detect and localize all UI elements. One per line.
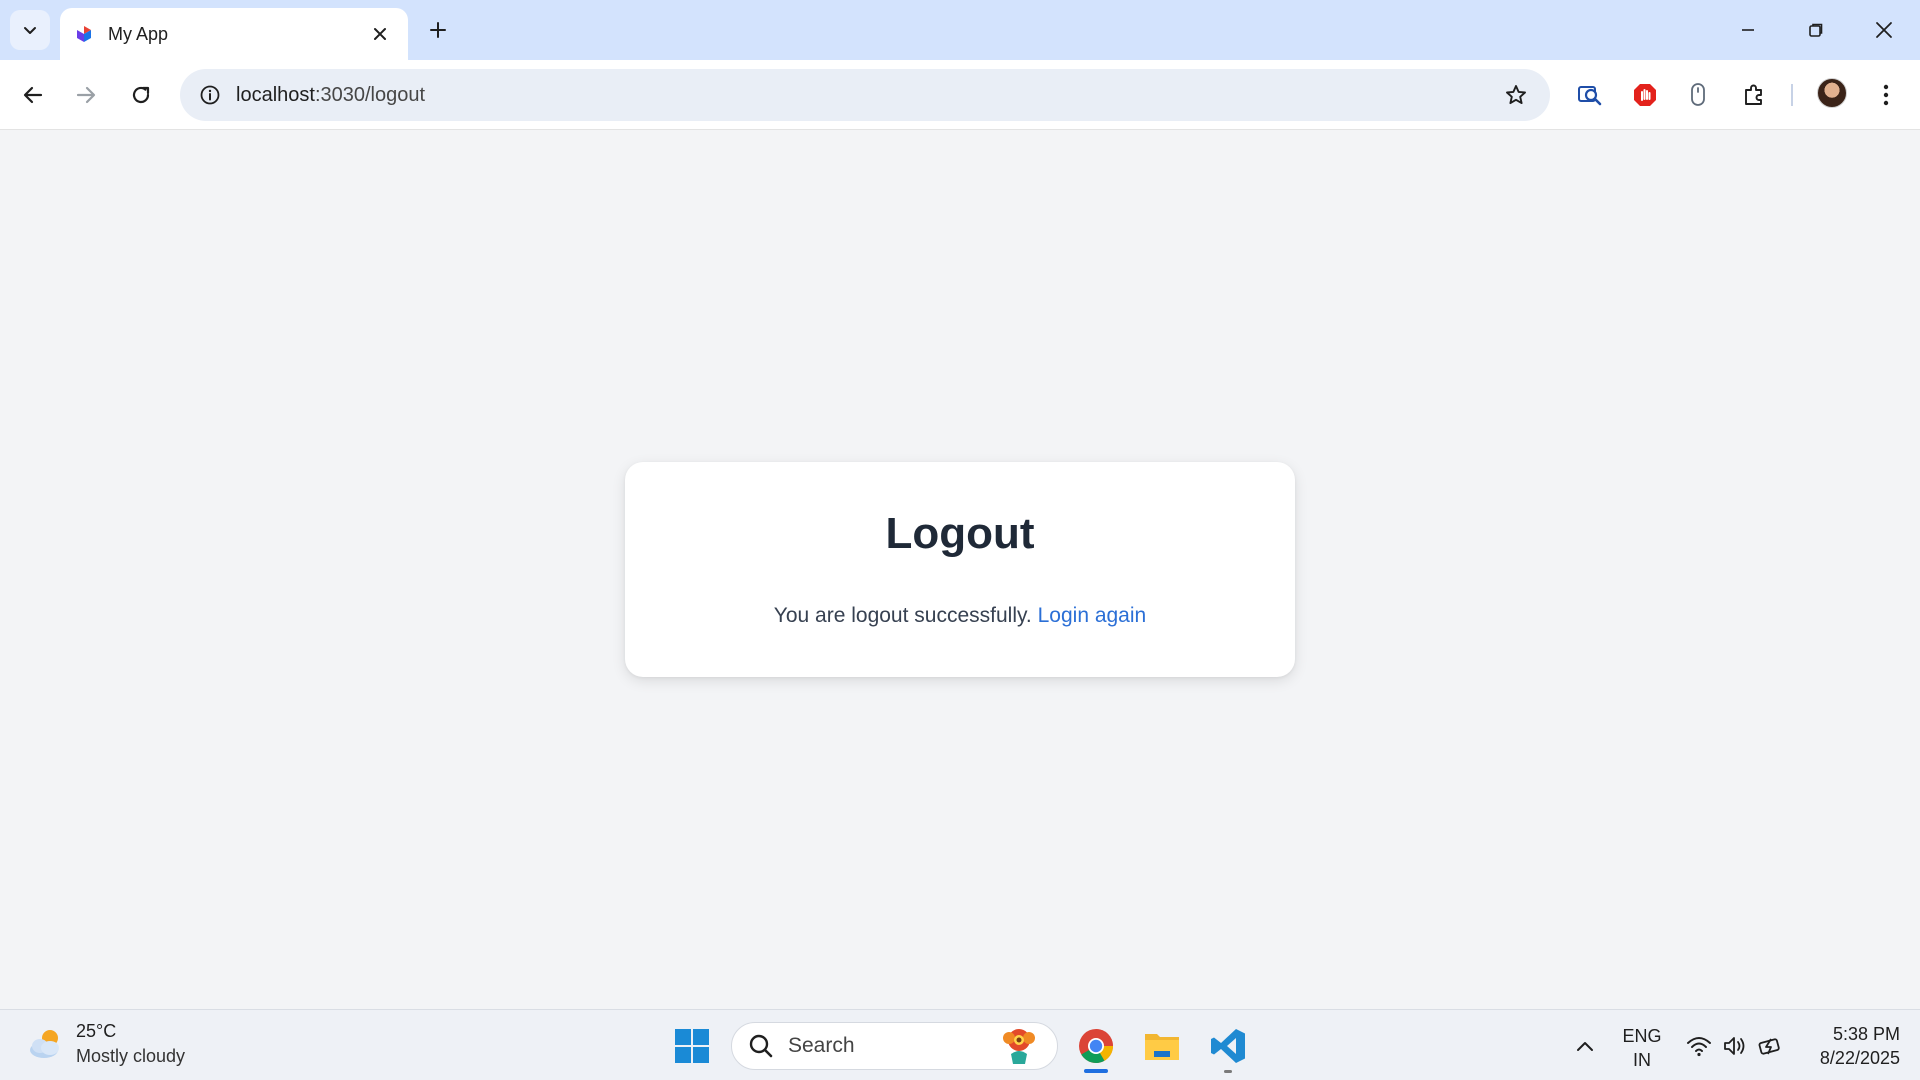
star-icon <box>1506 85 1526 105</box>
folder-icon <box>1145 1034 1179 1060</box>
extension-inspect-button[interactable] <box>1570 75 1610 115</box>
info-icon <box>200 85 220 105</box>
taskbar-chrome[interactable] <box>1070 1020 1122 1072</box>
clock-time: 5:38 PM <box>1832 1024 1900 1044</box>
reload-icon <box>132 86 150 104</box>
browser-toolbar: localhost:3030/logout <box>0 60 1920 130</box>
shield-hand-icon <box>1634 84 1656 106</box>
logout-message-text: You are logout successfully. <box>773 604 1032 627</box>
tab-close-button[interactable] <box>366 20 394 48</box>
url-path: :3030/logout <box>314 83 426 106</box>
extensions-menu-button[interactable] <box>1734 75 1774 115</box>
site-info-button[interactable] <box>194 79 226 111</box>
tab-active[interactable]: My App <box>60 8 408 60</box>
toolbar-divider <box>1791 84 1793 106</box>
close-window-button[interactable] <box>1850 0 1918 60</box>
search-placeholder: Search <box>788 1034 855 1057</box>
magnifier-extension-icon <box>1578 86 1602 106</box>
chrome-icon <box>1079 1029 1113 1063</box>
login-again-link[interactable]: Login again <box>1038 604 1147 627</box>
reload-button[interactable] <box>121 75 161 115</box>
taskbar-vscode[interactable] <box>1202 1020 1254 1072</box>
search-icon <box>749 1034 773 1058</box>
app-favicon-icon <box>74 24 94 44</box>
address-bar[interactable]: localhost:3030/logout <box>180 69 1550 121</box>
forward-button[interactable] <box>66 75 106 115</box>
extension-adblock-button[interactable] <box>1625 75 1665 115</box>
minimize-button[interactable] <box>1714 0 1782 60</box>
taskbar-search[interactable]: Search <box>731 1022 1058 1070</box>
close-icon <box>1876 22 1892 38</box>
tab-strip: My App <box>0 0 1920 60</box>
tab-title: My App <box>108 23 169 44</box>
language-region: IN <box>1633 1050 1651 1070</box>
input-language-indicator[interactable]: ENG IN <box>1614 1024 1670 1072</box>
cloudy-weather-icon <box>26 1024 66 1064</box>
extension-mouse-button[interactable] <box>1678 75 1718 115</box>
page-content: Logout You are logout successfully. Logi… <box>0 131 1920 1009</box>
taskbar-clock[interactable]: 5:38 PM 8/22/2025 <box>1800 1022 1900 1070</box>
restore-button[interactable] <box>1782 0 1850 60</box>
taskbar: 25°C Mostly cloudy Search ENG IN 5:38 PM… <box>0 1009 1920 1080</box>
speaker-icon <box>1724 1036 1745 1055</box>
more-vertical-icon <box>1883 84 1889 106</box>
arrow-left-icon <box>23 86 43 104</box>
avatar[interactable] <box>1817 78 1847 108</box>
weather-widget[interactable]: 25°C Mostly cloudy <box>26 1021 185 1067</box>
chevron-up-icon <box>1577 1041 1593 1051</box>
tab-search-button[interactable] <box>10 10 50 50</box>
language-code: ENG <box>1622 1026 1662 1046</box>
back-button[interactable] <box>13 75 53 115</box>
running-app-indicator <box>1224 1070 1232 1073</box>
restore-icon <box>1809 23 1823 37</box>
url-text[interactable]: localhost:3030/logout <box>236 84 1496 107</box>
vscode-icon <box>1211 1029 1245 1063</box>
bookmark-button[interactable] <box>1496 75 1536 115</box>
chevron-down-icon <box>24 27 36 34</box>
mouse-icon <box>1691 83 1705 106</box>
browser-menu-button[interactable] <box>1866 75 1906 115</box>
search-highlight-flower-icon <box>997 1026 1041 1066</box>
weather-condition: Mostly cloudy <box>76 1046 186 1066</box>
puzzle-icon <box>1745 84 1762 105</box>
wifi-icon <box>1687 1036 1711 1056</box>
page-title: Logout <box>885 509 1035 558</box>
minimize-icon <box>1742 29 1754 31</box>
logout-card: Logout You are logout successfully. Logi… <box>625 462 1295 677</box>
close-icon <box>374 28 386 40</box>
new-tab-button[interactable] <box>420 12 456 48</box>
start-button[interactable] <box>666 1020 718 1072</box>
volume-status[interactable] <box>1718 1010 1752 1080</box>
active-app-indicator <box>1084 1069 1108 1073</box>
taskbar-file-explorer[interactable] <box>1136 1020 1188 1072</box>
arrow-right-icon <box>76 86 96 104</box>
battery-charging-icon <box>1758 1037 1780 1055</box>
windows-logo-icon <box>675 1029 709 1063</box>
clock-date: 8/22/2025 <box>1819 1048 1900 1068</box>
show-hidden-icons-button[interactable] <box>1570 1010 1600 1080</box>
logout-message: You are logout successfully. Login again <box>625 604 1295 628</box>
weather-temperature: 25°C <box>76 1021 117 1041</box>
network-status[interactable] <box>1682 1010 1716 1080</box>
url-host: localhost <box>236 83 315 106</box>
battery-status[interactable] <box>1754 1010 1788 1080</box>
plus-icon <box>430 22 446 38</box>
